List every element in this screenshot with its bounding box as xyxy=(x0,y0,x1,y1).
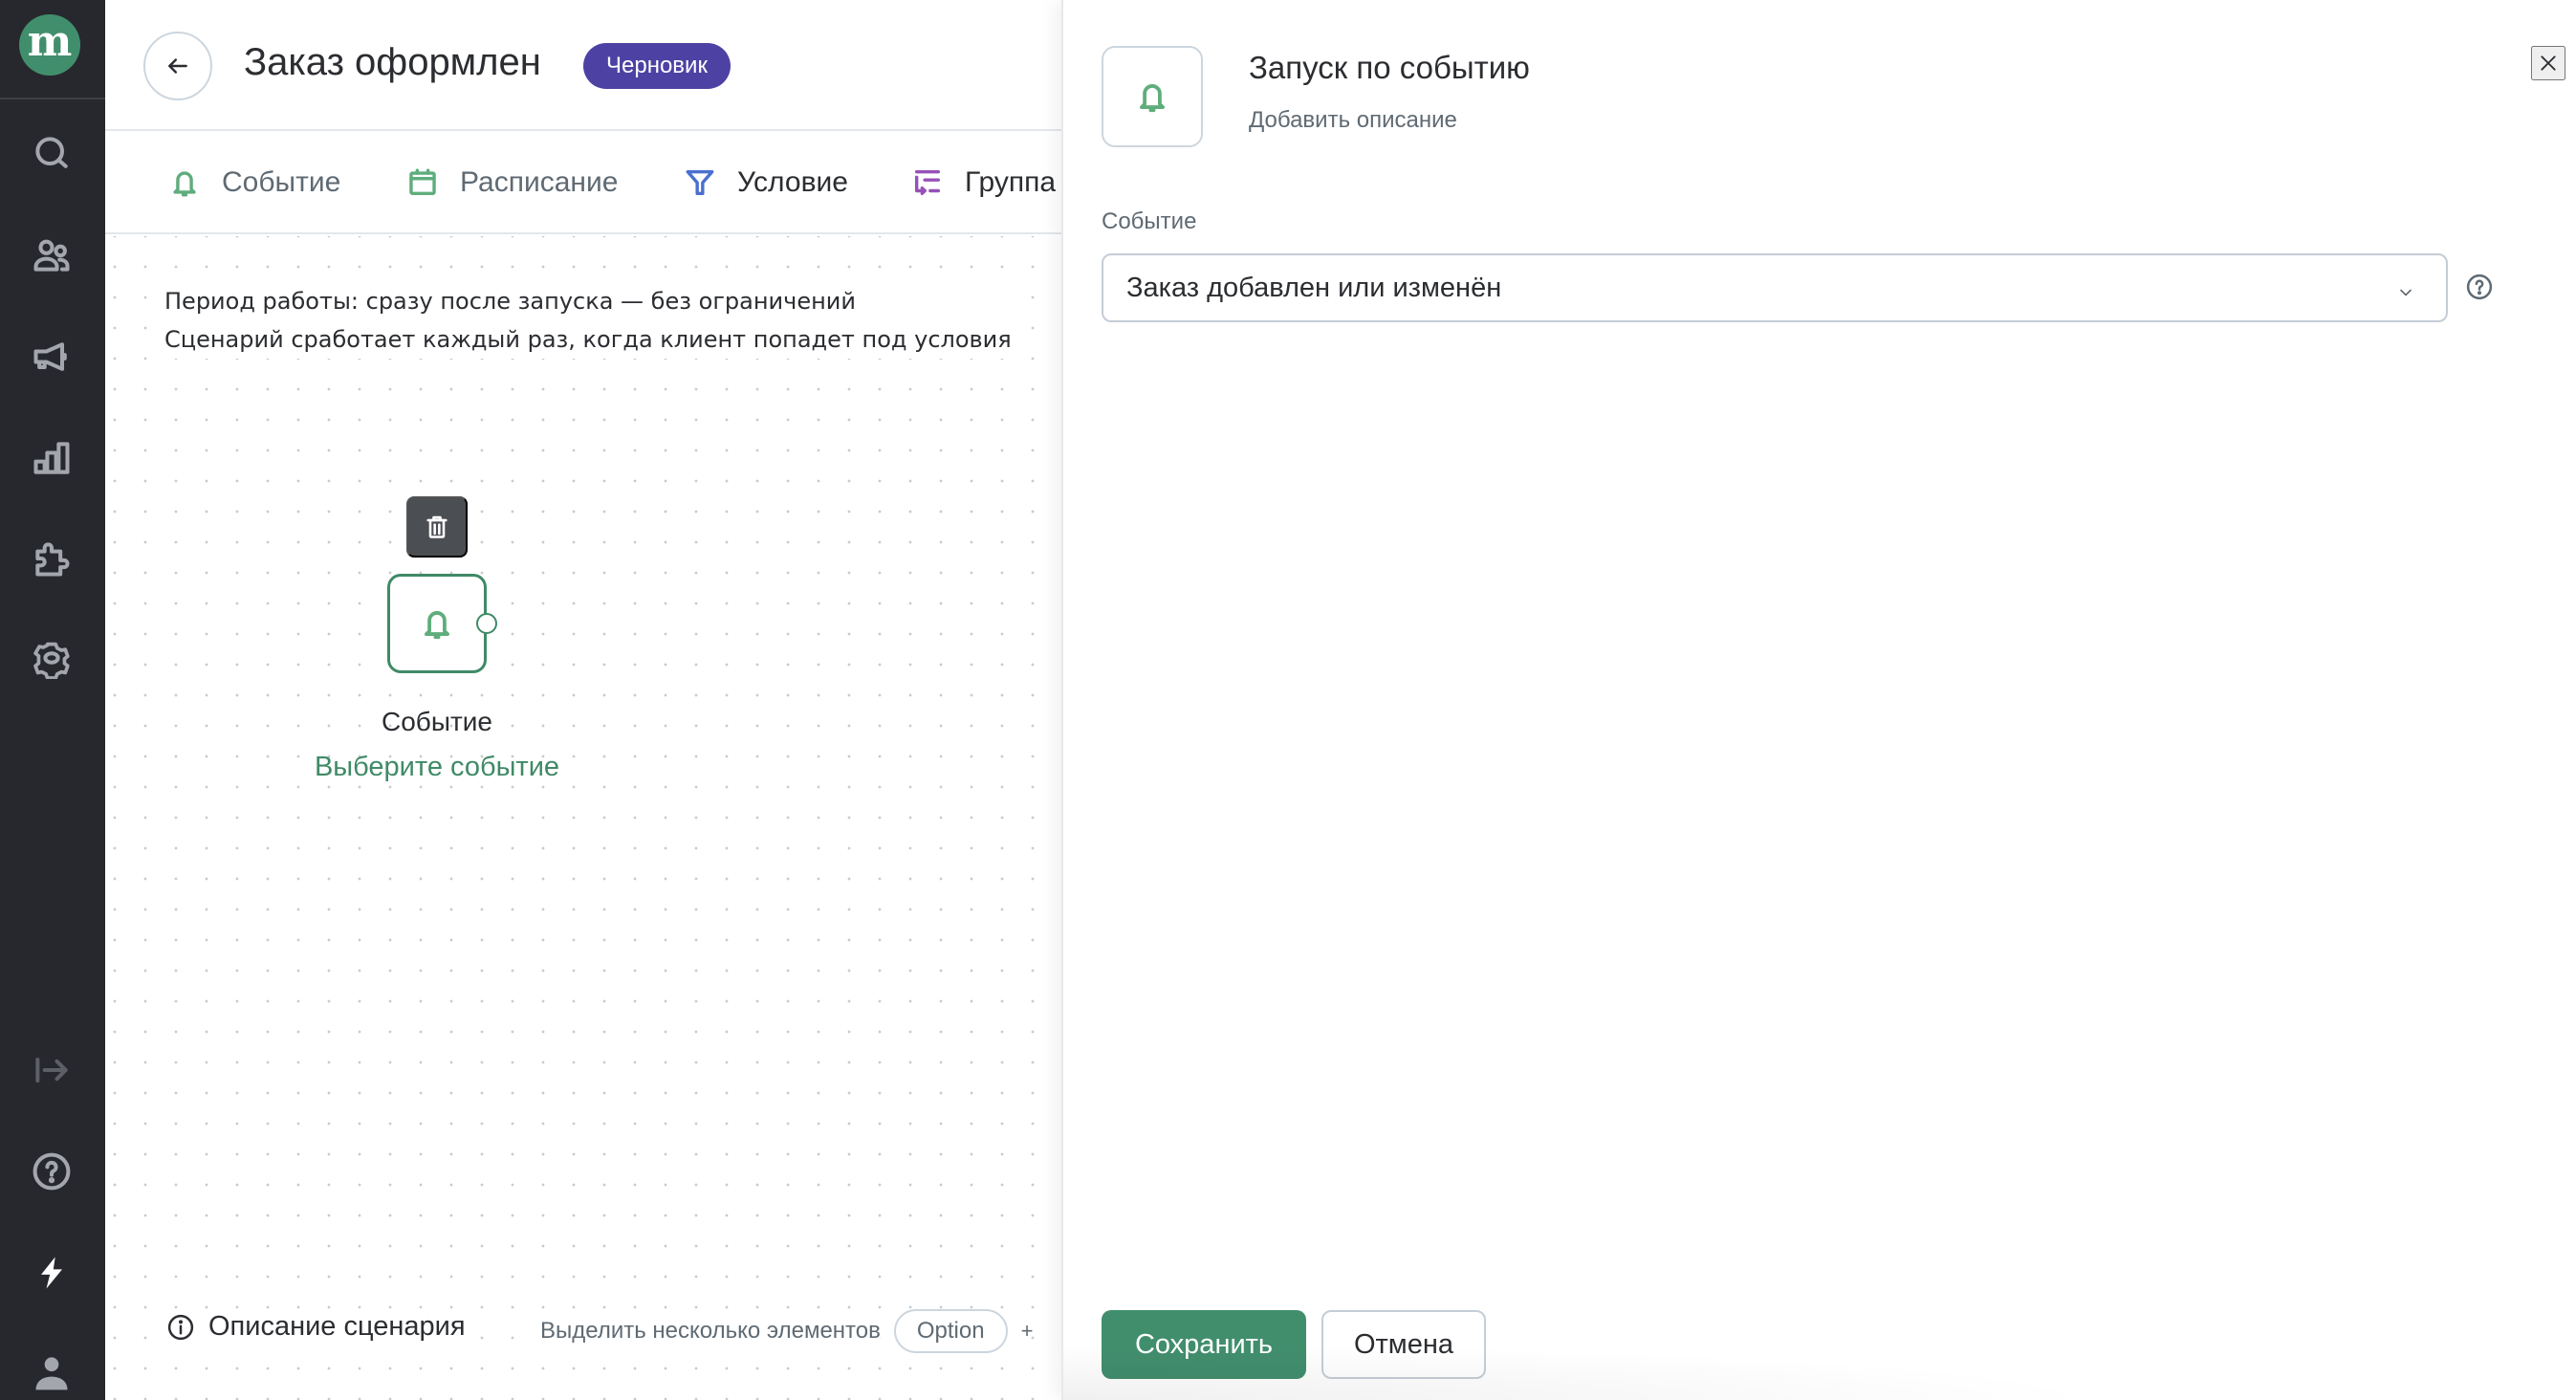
sidebar-item-audience[interactable] xyxy=(30,233,74,277)
multi-select-hint: Выделить несколько элементов Option + xyxy=(540,1309,1033,1353)
sidebar-divider xyxy=(0,98,105,99)
trigger-rule-text: Сценарий сработает каждый раз, когда кли… xyxy=(164,326,1012,353)
event-help-button[interactable] xyxy=(2465,273,2496,303)
node-output-port[interactable] xyxy=(476,613,497,634)
scenario-description-button[interactable]: Описание сценария xyxy=(166,1311,473,1343)
filter-icon xyxy=(686,169,714,196)
back-button[interactable] xyxy=(143,32,212,100)
users-icon xyxy=(33,239,70,272)
gear-icon xyxy=(33,642,70,679)
palette-item-condition[interactable]: Условие xyxy=(684,133,848,232)
node-title: Событие xyxy=(382,707,492,736)
page-title: Заказ оформлен xyxy=(244,41,541,83)
keyboard-key: Option xyxy=(893,1309,1008,1353)
select-event-link[interactable]: Выберите событие xyxy=(294,752,580,783)
expand-arrow-icon xyxy=(35,1057,68,1083)
element-palette: Событие Расписание Условие Группа xyxy=(105,133,1061,234)
help-icon xyxy=(33,1152,71,1191)
sidebar-item-profile[interactable] xyxy=(30,1350,74,1394)
period-text: Период работы: сразу после запуска — без… xyxy=(164,288,856,315)
palette-item-event[interactable]: Событие xyxy=(168,133,340,232)
chevron-down-icon xyxy=(2396,278,2415,297)
scenario-period-info: Период работы: сразу после запуска — без… xyxy=(164,282,1021,359)
palette-item-label: Расписание xyxy=(460,166,619,198)
save-button[interactable]: Сохранить xyxy=(1102,1310,1306,1379)
puzzle-icon xyxy=(35,542,70,577)
sidebar: m xyxy=(0,0,105,1400)
event-field-label: Событие xyxy=(1102,208,1197,234)
delete-node-button[interactable] xyxy=(406,496,468,558)
trash-icon xyxy=(426,515,448,538)
sidebar-item-campaigns[interactable] xyxy=(30,335,74,379)
palette-item-schedule[interactable]: Расписание xyxy=(406,133,618,232)
scenario-header: Заказ оформлен Черновик xyxy=(105,0,1061,131)
sidebar-expand-button[interactable] xyxy=(30,1048,74,1092)
bar-chart-icon xyxy=(33,442,70,474)
palette-item-label: Условие xyxy=(737,166,848,198)
sidebar-item-quick-actions[interactable] xyxy=(30,1251,74,1295)
plus-sign: + xyxy=(1020,1319,1034,1343)
cancel-button[interactable]: Отмена xyxy=(1321,1310,1486,1379)
palette-item-group[interactable]: Группа xyxy=(911,133,1056,232)
bell-icon xyxy=(425,611,449,640)
bell-icon xyxy=(1140,84,1165,113)
help-icon xyxy=(2466,273,2493,300)
close-icon xyxy=(2541,55,2556,71)
panel-title[interactable]: Запуск по событию xyxy=(1249,50,1530,86)
search-icon xyxy=(35,137,68,168)
user-icon xyxy=(35,1357,68,1390)
canvas-footer: Описание сценария Выделить несколько эле… xyxy=(105,1298,1061,1400)
megaphone-icon xyxy=(33,342,67,371)
sidebar-item-analytics[interactable] xyxy=(30,436,74,480)
hint-text: Выделить несколько элементов xyxy=(540,1318,881,1345)
sidebar-item-help[interactable] xyxy=(30,1149,74,1193)
sidebar-item-search[interactable] xyxy=(30,131,74,175)
scenario-canvas[interactable]: Период работы: сразу после запуска — без… xyxy=(105,236,1061,1400)
description-link-label: Описание сценария xyxy=(208,1311,466,1342)
panel-node-icon xyxy=(1102,46,1203,147)
lightning-icon xyxy=(41,1257,62,1289)
close-panel-button[interactable] xyxy=(2531,46,2565,80)
event-node[interactable] xyxy=(387,574,487,673)
palette-item-label: Событие xyxy=(222,166,341,198)
event-select[interactable]: Заказ добавлен или изменён xyxy=(1102,253,2448,322)
status-badge: Черновик xyxy=(583,43,731,89)
app-logo[interactable]: m xyxy=(19,14,80,76)
info-icon xyxy=(167,1314,194,1340)
calendar-icon xyxy=(409,168,436,196)
event-select-value: Заказ добавлен или изменён xyxy=(1126,272,1502,303)
logo-letter: m xyxy=(27,17,73,66)
add-description-field[interactable]: Добавить описание xyxy=(1249,107,1457,134)
bell-icon xyxy=(173,171,196,197)
group-icon xyxy=(914,169,941,196)
palette-item-label: Группа xyxy=(965,166,1057,198)
event-settings-panel: Запуск по событию Добавить описание Собы… xyxy=(1061,0,2576,1400)
arrow-left-icon xyxy=(168,58,187,74)
sidebar-item-integrations[interactable] xyxy=(30,536,74,580)
sidebar-item-settings[interactable] xyxy=(30,636,74,680)
